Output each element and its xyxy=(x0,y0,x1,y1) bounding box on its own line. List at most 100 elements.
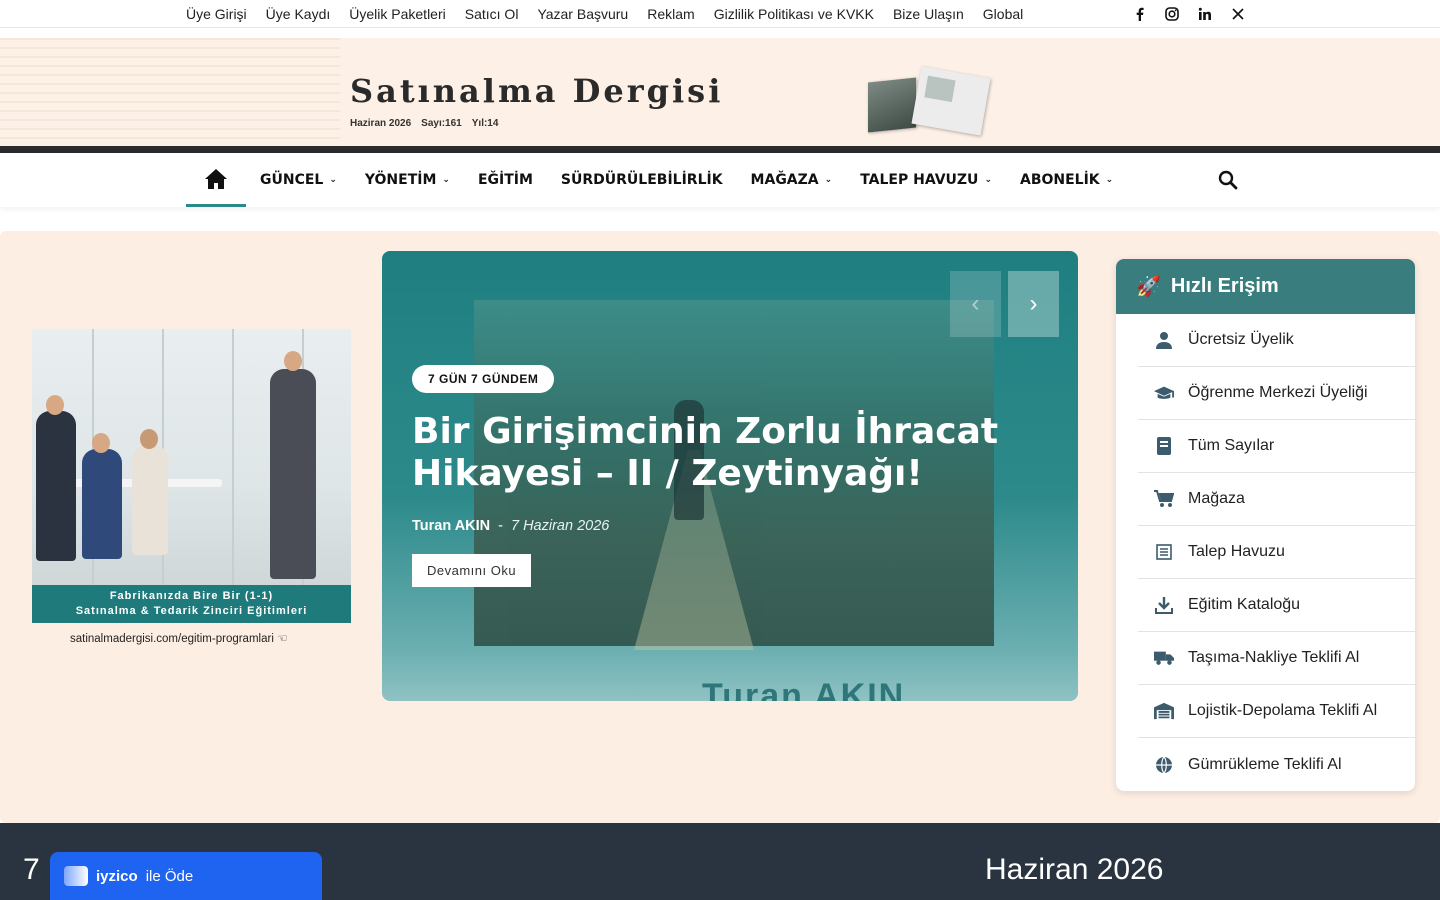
site-logo-title[interactable]: Satınalma Dergisi xyxy=(350,72,723,110)
nav-surdurulebilirlik[interactable]: SÜRDÜRÜLEBİLİRLİK xyxy=(547,172,737,188)
quick-access-item[interactable]: Talep Havuzu xyxy=(1138,526,1415,579)
truck-icon xyxy=(1154,648,1174,668)
nav-guncel-label: GÜNCEL xyxy=(260,172,324,188)
home-icon xyxy=(205,168,227,189)
quick-access-item[interactable]: Mağaza xyxy=(1138,473,1415,526)
featured-slider: Turan AKIN ‹ › 7 GÜN 7 GÜNDEM Bir Girişi… xyxy=(382,251,1078,701)
quick-access-item[interactable]: Öğrenme Merkezi Üyeliği xyxy=(1138,367,1415,420)
ad-caption-line1: Fabrikanızda Bire Bir (1-1) xyxy=(109,590,274,602)
nav-surdurulebilirlik-label: SÜRDÜRÜLEBİLİRLİK xyxy=(560,172,723,188)
nav-talep-havuzu-label: TALEP HAVUZU xyxy=(860,172,979,188)
footer-number: 7 xyxy=(23,853,40,886)
facebook-icon[interactable] xyxy=(1128,3,1150,25)
nav-abonelik-label: ABONELİK xyxy=(1019,172,1100,188)
chevron-right-icon: › xyxy=(1029,290,1038,317)
top-bar: Üye Girişi Üye Kaydı Üyelik Paketleri Sa… xyxy=(0,0,1440,28)
top-link-global[interactable]: Global xyxy=(983,6,1023,22)
social-links xyxy=(1128,3,1249,25)
nav-home[interactable] xyxy=(186,153,246,207)
quick-access-header: 🚀 Hızlı Erişim xyxy=(1116,259,1415,314)
quick-access-label: Öğrenme Merkezi Üyeliği xyxy=(1188,384,1368,401)
warehouse-icon xyxy=(1154,701,1174,721)
graduation-cap-icon xyxy=(1154,383,1174,403)
top-link-bize-ulasin[interactable]: Bize Ulaşın xyxy=(893,6,964,22)
top-links: Üye Girişi Üye Kaydı Üyelik Paketleri Sa… xyxy=(186,0,1023,27)
slider-next-button[interactable]: › xyxy=(1008,271,1059,337)
search-icon xyxy=(1218,170,1238,190)
top-link-gizlilik[interactable]: Gizlilik Politikası ve KVKK xyxy=(714,6,874,22)
ad-caption: Fabrikanızda Bire Bir (1-1) Satınalma & … xyxy=(32,585,351,623)
quick-access-item[interactable]: Eğitim Kataloğu xyxy=(1138,579,1415,632)
cart-icon xyxy=(1154,489,1174,509)
quick-access-label: Talep Havuzu xyxy=(1188,543,1285,560)
ad-caption-line2: Satınalma & Tedarik Zinciri Eğitimleri xyxy=(75,605,308,617)
list-icon xyxy=(1154,542,1174,562)
nav-guncel[interactable]: GÜNCEL ⌄ xyxy=(246,172,351,188)
slide-author[interactable]: Turan AKIN xyxy=(412,518,490,534)
quick-access-item[interactable]: Ücretsiz Üyelik xyxy=(1138,314,1415,367)
top-link-uyelik-paketleri[interactable]: Üyelik Paketleri xyxy=(349,6,445,22)
top-link-uye-girisi[interactable]: Üye Girişi xyxy=(186,6,247,22)
iyzico-brand: iyzico xyxy=(96,867,138,885)
top-link-uye-kaydi[interactable]: Üye Kaydı xyxy=(266,6,331,22)
download-icon xyxy=(1154,595,1174,615)
training-ad[interactable]: Fabrikanızda Bire Bir (1-1) Satınalma & … xyxy=(32,329,351,645)
quick-access-label: Mağaza xyxy=(1188,490,1245,507)
issue-info: Haziran 2026 Sayı:161 Yıl:14 xyxy=(350,118,498,129)
quick-access-label: Ücretsiz Üyelik xyxy=(1188,331,1294,348)
footer-month: Haziran 2026 xyxy=(985,853,1164,886)
banner-decoration xyxy=(0,38,340,146)
search-button[interactable] xyxy=(1216,168,1240,192)
quick-access-item[interactable]: Taşıma-Nakliye Teklifi Al xyxy=(1138,632,1415,685)
slide-meta: Turan AKIN - 7 Haziran 2026 xyxy=(412,518,609,534)
issue-month: Haziran 2026 xyxy=(350,118,412,129)
chevron-left-icon: ‹ xyxy=(971,290,980,317)
quick-access-label: Tüm Sayılar xyxy=(1188,437,1275,454)
chevron-down-icon: ⌄ xyxy=(329,175,337,185)
iyzico-logo-icon xyxy=(64,866,88,886)
user-icon xyxy=(1154,330,1174,350)
nav-egitim-label: EĞİTİM xyxy=(477,172,533,188)
iyzico-pay-button[interactable]: iyzico ile Öde xyxy=(50,852,322,900)
globe-icon xyxy=(1154,755,1174,775)
chevron-down-icon: ⌄ xyxy=(442,175,450,185)
slide-meta-separator: - xyxy=(498,518,503,534)
instagram-icon[interactable] xyxy=(1161,3,1183,25)
ad-url: satinalmadergisi.com/egitim-programlari … xyxy=(70,631,287,645)
top-link-satici-ol[interactable]: Satıcı Ol xyxy=(465,6,519,22)
nav-abonelik[interactable]: ABONELİK ⌄ xyxy=(1006,172,1127,188)
nav-egitim[interactable]: EĞİTİM xyxy=(464,172,547,188)
linkedin-icon[interactable] xyxy=(1194,3,1216,25)
slider-prev-button[interactable]: ‹ xyxy=(950,271,1001,337)
header-banner: Satınalma Dergisi Haziran 2026 Sayı:161 … xyxy=(0,38,1440,146)
nav-yonetim[interactable]: YÖNETİM ⌄ xyxy=(351,172,464,188)
quick-access-title: Hızlı Erişim xyxy=(1170,275,1279,297)
ad-photo xyxy=(32,329,351,585)
quick-access-item[interactable]: Tüm Sayılar xyxy=(1138,420,1415,473)
issue-number: Sayı:161 xyxy=(421,118,462,129)
top-link-reklam[interactable]: Reklam xyxy=(647,6,694,22)
nav-items: GÜNCEL ⌄ YÖNETİM ⌄ EĞİTİM SÜRDÜRÜLEBİLİRLİ… xyxy=(246,153,1127,207)
chevron-down-icon: ⌄ xyxy=(1105,175,1114,185)
quick-access-item[interactable]: Gümrükleme Teklifi Al xyxy=(1138,738,1415,791)
x-icon[interactable] xyxy=(1227,3,1249,25)
nav-talep-havuzu[interactable]: TALEP HAVUZU ⌄ xyxy=(846,172,1006,188)
top-link-yazar-basvuru[interactable]: Yazar Başvuru xyxy=(537,6,628,22)
nav-yonetim-label: YÖNETİM xyxy=(364,172,437,188)
slide-headline[interactable]: Bir Girişimcinin Zorlu İhracat Hikayesi … xyxy=(412,411,1012,495)
slide-category-badge[interactable]: 7 GÜN 7 GÜNDEM xyxy=(412,365,555,393)
read-more-button[interactable]: Devamını Oku xyxy=(412,554,532,587)
quick-access-item[interactable]: Lojistik-Depolama Teklifi Al xyxy=(1138,685,1415,738)
quick-access-label: Taşıma-Nakliye Teklifi Al xyxy=(1188,649,1360,666)
slide-image-text: Turan AKIN xyxy=(702,677,906,701)
nav-magaza-label: MAĞAZA xyxy=(750,172,819,188)
magazine-image[interactable] xyxy=(866,66,991,136)
issue-year: Yıl:14 xyxy=(471,118,499,129)
rocket-icon: 🚀 xyxy=(1136,276,1161,298)
main-nav: GÜNCEL ⌄ YÖNETİM ⌄ EĞİTİM SÜRDÜRÜLEBİLİRLİ… xyxy=(0,153,1440,207)
slide-date: 7 Haziran 2026 xyxy=(510,518,610,534)
quick-access-panel: 🚀 Hızlı Erişim Ücretsiz Üyelik Öğrenme M… xyxy=(1116,259,1415,791)
banner-divider xyxy=(0,146,1440,153)
chevron-down-icon: ⌄ xyxy=(824,175,833,185)
nav-magaza[interactable]: MAĞAZA ⌄ xyxy=(737,172,847,188)
